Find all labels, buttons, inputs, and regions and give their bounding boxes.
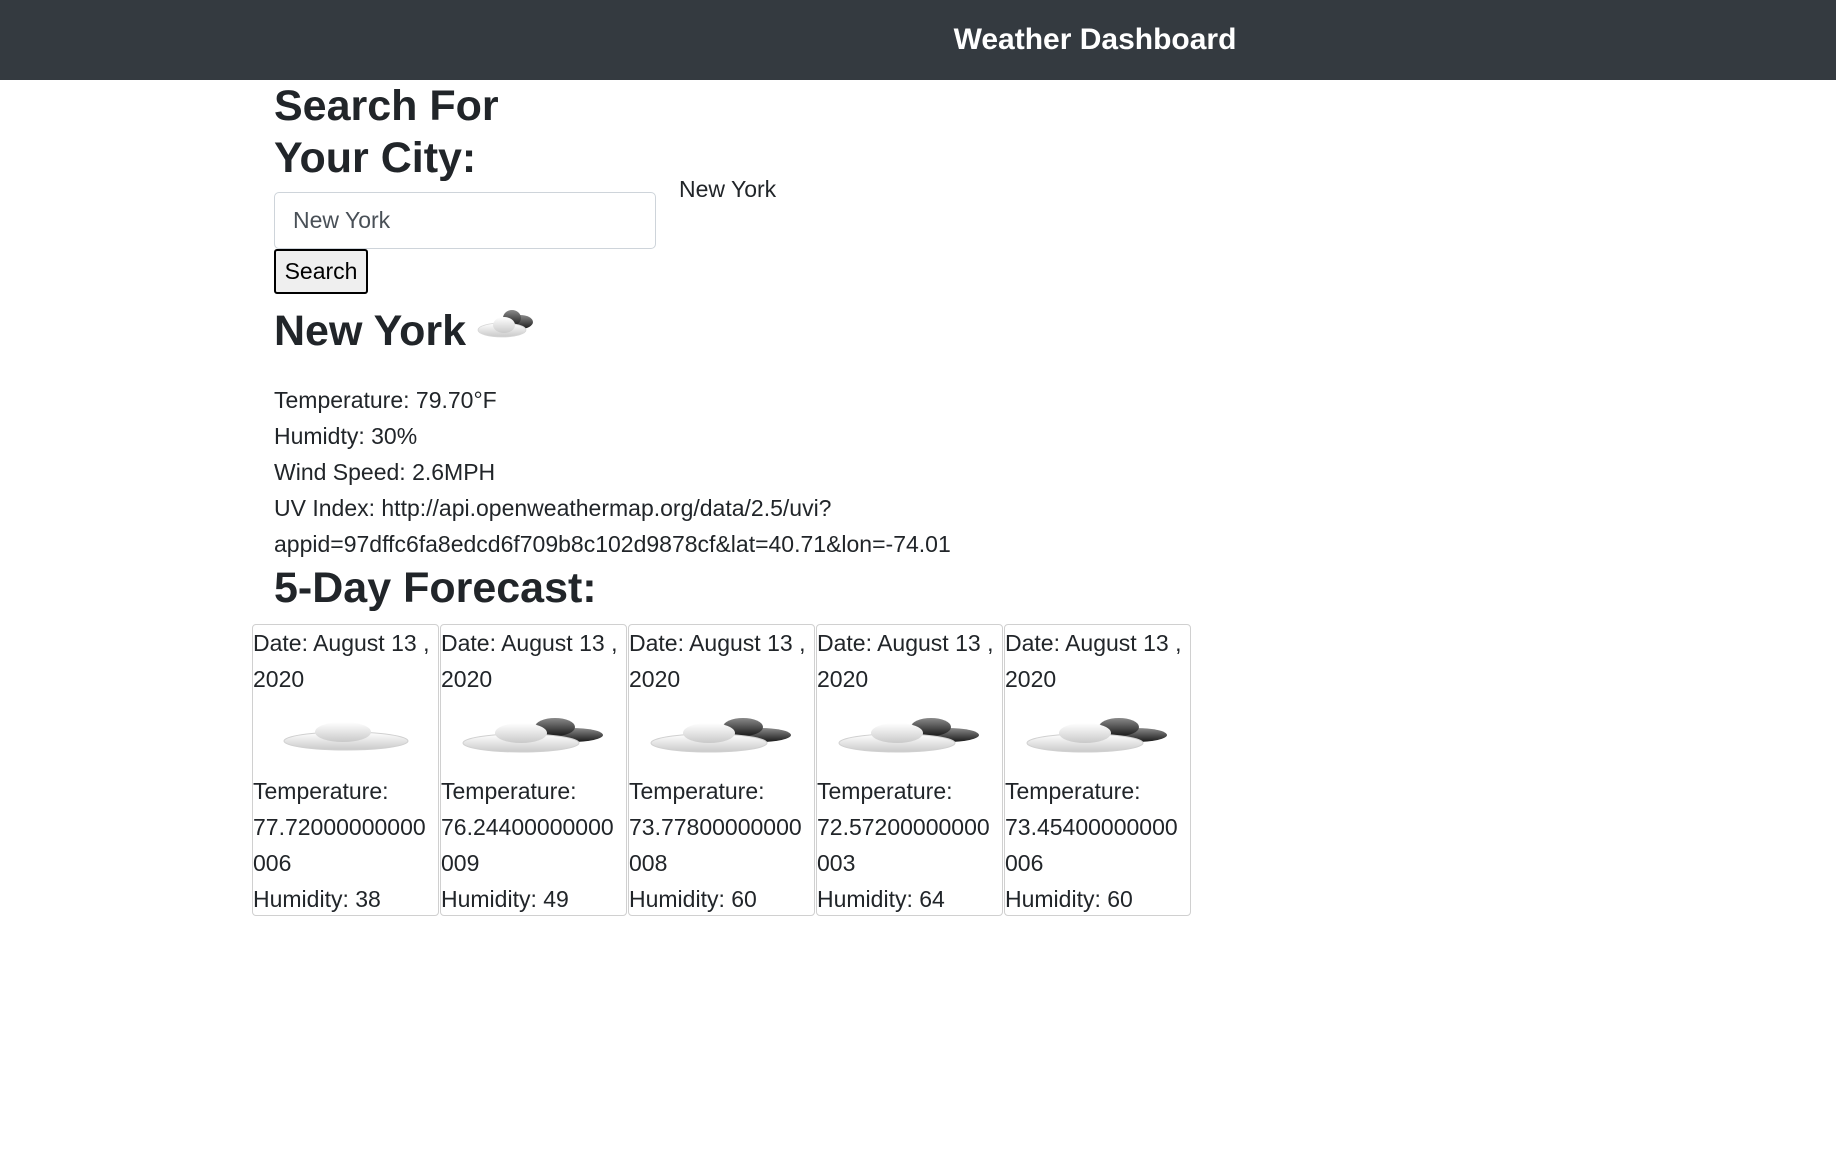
forecast-date: Date: August 13 , 2020 <box>629 630 806 692</box>
forecast-temperature-label: Temperature: <box>1005 778 1141 804</box>
current-uv-index-cont: appid=97dffc6fa8edcd6f709b8c102d9878cf&l… <box>274 531 951 557</box>
current-city-name: New York <box>274 307 466 355</box>
current-wind-speed: Wind Speed: 2.6MPH <box>274 459 496 485</box>
search-heading: Search For Your City: <box>274 82 499 182</box>
forecast-date: Date: August 13 , 2020 <box>441 630 618 692</box>
forecast-card: Date: August 13 , 2020 Temperature: 77.7… <box>252 624 439 916</box>
forecast-humidity: Humidity: 49 <box>441 886 569 912</box>
broken-clouds-icon <box>817 697 1002 773</box>
forecast-temperature-label: Temperature: <box>817 778 953 804</box>
saved-city-item[interactable]: New York <box>679 172 776 206</box>
current-weather-details: Temperature: 79.70°F Humidty: 30% Wind S… <box>274 382 1074 562</box>
broken-clouds-icon <box>629 697 814 773</box>
forecast-date: Date: August 13 , 2020 <box>817 630 994 692</box>
partly-cloudy-icon <box>474 300 540 362</box>
forecast-temperature: 73.77800000000008 <box>629 814 802 876</box>
forecast-temperature: 72.57200000000003 <box>817 814 990 876</box>
current-uv-index: UV Index: http://api.openweathermap.org/… <box>274 495 832 521</box>
forecast-date: Date: August 13 , 2020 <box>253 630 430 692</box>
broken-clouds-icon <box>441 697 626 773</box>
search-button[interactable]: Search <box>274 249 368 294</box>
cloud-icon <box>253 697 438 773</box>
current-city-header: New York <box>274 300 540 362</box>
forecast-humidity: Humidity: 64 <box>817 886 945 912</box>
forecast-temperature: 76.24400000000009 <box>441 814 614 876</box>
forecast-heading: 5-Day Forecast: <box>274 564 597 612</box>
forecast-humidity: Humidity: 60 <box>629 886 757 912</box>
app-title: Weather Dashboard <box>953 23 1237 56</box>
broken-clouds-icon <box>1005 697 1190 773</box>
forecast-card: Date: August 13 , 2020 Temperature: 73.4… <box>1004 624 1191 916</box>
forecast-humidity: Humidity: 60 <box>1005 886 1133 912</box>
current-humidity: Humidty: 30% <box>274 423 418 449</box>
forecast-card: Date: August 13 , 2020 Temperature: 76.2… <box>440 624 627 916</box>
forecast-temperature-label: Temperature: <box>629 778 765 804</box>
forecast-card: Date: August 13 , 2020 Temperature: 73.7… <box>628 624 815 916</box>
forecast-card: Date: August 13 , 2020 Temperature: 72.5… <box>816 624 1003 916</box>
city-search-input[interactable] <box>274 192 656 249</box>
forecast-cards: Date: August 13 , 2020 Temperature: 77.7… <box>252 624 1191 916</box>
forecast-temperature: 77.72000000000006 <box>253 814 426 876</box>
navbar: Weather Dashboard <box>0 0 1836 80</box>
forecast-temperature-label: Temperature: <box>441 778 577 804</box>
forecast-date: Date: August 13 , 2020 <box>1005 630 1182 692</box>
forecast-temperature-label: Temperature: <box>253 778 389 804</box>
forecast-temperature: 73.45400000000006 <box>1005 814 1178 876</box>
forecast-humidity: Humidity: 38 <box>253 886 381 912</box>
current-temperature: Temperature: 79.70°F <box>274 387 497 413</box>
